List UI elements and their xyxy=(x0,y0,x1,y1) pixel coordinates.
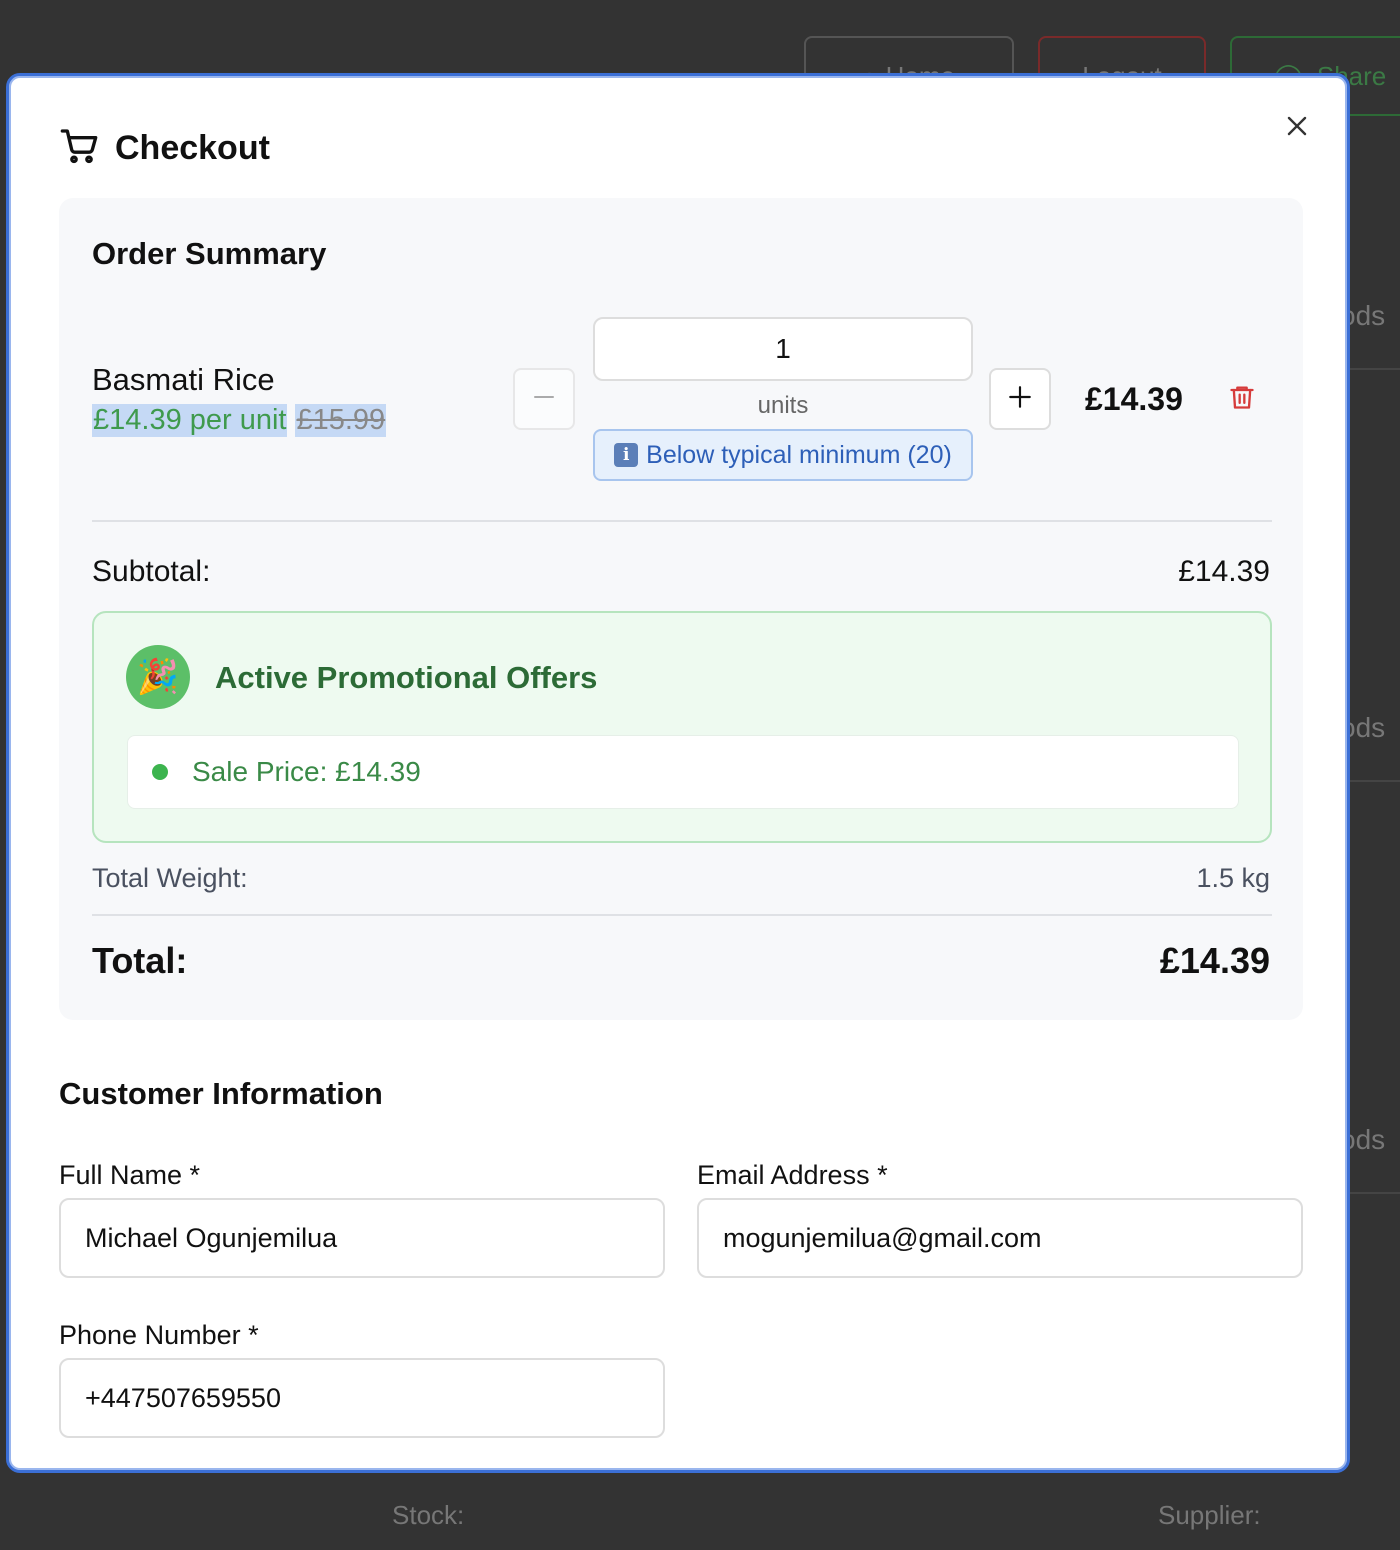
promo-offers-box: 🎉 Active Promotional Offers Sale Price: … xyxy=(92,611,1272,843)
unit-price: £14.39 per unit xyxy=(92,404,288,437)
bg-stock-label: Stock: xyxy=(392,1500,465,1530)
minimum-warning-text: Below typical minimum (20) xyxy=(646,440,952,469)
units-label: units xyxy=(757,392,809,419)
subtotal-label: Subtotal: xyxy=(92,555,211,588)
total-weight-label: Total Weight: xyxy=(92,863,248,893)
full-name-field[interactable] xyxy=(59,1198,665,1278)
full-name-label: Full Name * xyxy=(59,1160,201,1190)
close-button[interactable] xyxy=(1277,108,1317,148)
total-label: Total: xyxy=(92,940,188,981)
line-total: £14.39 xyxy=(1085,381,1183,417)
customer-info-title: Customer Information xyxy=(59,1076,383,1111)
increment-button[interactable] xyxy=(989,368,1051,430)
close-icon xyxy=(1285,114,1309,143)
decrement-button[interactable] xyxy=(513,368,575,430)
original-price: £15.99 xyxy=(295,404,387,437)
minus-icon xyxy=(532,385,556,414)
total-weight-value: 1.5 kg xyxy=(1196,863,1270,893)
modal-header: Checkout xyxy=(59,126,270,171)
promo-item-text: Sale Price: £14.39 xyxy=(192,756,421,787)
info-icon: i xyxy=(614,443,639,467)
modal-title: Checkout xyxy=(115,129,270,167)
phone-field[interactable] xyxy=(59,1358,665,1438)
order-summary-title: Order Summary xyxy=(92,236,327,271)
order-summary: Order Summary Basmati Rice £14.39 per un… xyxy=(59,198,1303,1020)
party-popper-icon: 🎉 xyxy=(126,645,190,709)
trash-icon xyxy=(1228,382,1256,417)
email-label: Email Address * xyxy=(697,1160,888,1190)
item-name: Basmati Rice xyxy=(92,362,275,397)
plus-icon xyxy=(1007,384,1033,415)
cart-icon xyxy=(59,126,99,171)
quantity-input[interactable] xyxy=(593,317,973,381)
checkout-modal: Checkout Order Summary Basmati Rice £14.… xyxy=(6,73,1350,1473)
divider xyxy=(92,914,1272,916)
item-price: £14.39 per unit £15.99 xyxy=(92,404,387,437)
divider xyxy=(92,520,1272,522)
bullet-dot-icon xyxy=(152,764,168,780)
delete-item-button[interactable] xyxy=(1225,382,1259,416)
minimum-warning: i Below typical minimum (20) xyxy=(593,429,973,481)
promo-item: Sale Price: £14.39 xyxy=(127,735,1239,809)
subtotal-value: £14.39 xyxy=(1178,555,1270,588)
bg-supplier-label: Supplier: xyxy=(1158,1500,1261,1530)
phone-label: Phone Number * xyxy=(59,1320,259,1350)
total-value: £14.39 xyxy=(1159,940,1270,981)
email-field[interactable] xyxy=(697,1198,1303,1278)
promo-title: Active Promotional Offers xyxy=(215,660,598,695)
